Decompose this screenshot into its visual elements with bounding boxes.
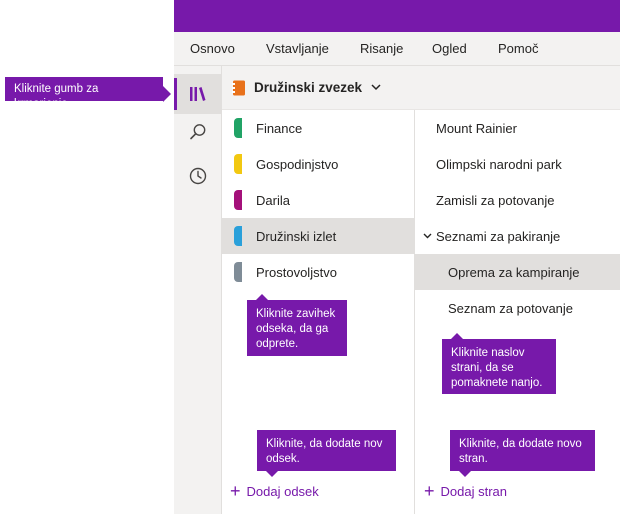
subpage-item-selected[interactable]: Oprema za kampiranje [415,254,620,290]
plus-icon: + [424,481,435,501]
search-button[interactable] [174,112,221,152]
navigation-rail [174,66,222,514]
section-label: Darila [256,192,290,208]
plus-icon: + [230,481,241,501]
callout-line: stran. [459,453,488,465]
notebooks-icon [189,87,205,101]
callout-nav-button: Kliknite gumb za krmarjenje [5,77,171,110]
section-color-tab [234,154,242,174]
chevron-down-icon[interactable] [423,233,432,240]
page-item-group[interactable]: Seznami za pakiranje [415,218,620,254]
notebooks-button[interactable] [174,74,221,114]
callout-add-page: Kliknite, da dodate novo stran. [450,430,595,477]
callout-line: Kliknite naslov [451,347,525,359]
callout-line: Kliknite, da dodate novo [459,438,582,450]
recent-icon [189,167,206,185]
chevron-down-icon [371,84,381,91]
section-item-selected[interactable]: Družinski izlet [222,218,414,254]
notebook-icon [232,80,245,95]
page-label: Seznami za pakiranje [436,228,561,244]
title-bar [174,0,620,32]
add-page-button[interactable]: + Dodaj stran [424,482,507,500]
callout-line: Kliknite zavihek [256,308,336,320]
ribbon-tabs: Osnovo Vstavljanje Risanje Ogled Pomoč [174,32,620,66]
section-color-tab [234,190,242,210]
add-page-label: Dodaj stran [440,483,507,499]
callout-line: Kliknite, da dodate nov [266,438,383,450]
section-item[interactable]: Darila [222,182,414,218]
add-section-label: Dodaj odsek [246,483,319,499]
recent-button[interactable] [174,156,221,196]
section-color-tab [234,118,242,138]
tab-vstavljanje[interactable]: Vstavljanje [266,41,329,56]
tab-osnovo[interactable]: Osnovo [190,41,235,56]
section-color-tab [234,226,242,246]
page-label: Seznam za potovanje [448,300,574,316]
section-color-tab [234,262,242,282]
page-item[interactable]: Mount Rainier [415,110,620,146]
tab-risanje[interactable]: Risanje [360,41,403,56]
callout-line: odsek. [266,453,300,465]
tab-pomoc[interactable]: Pomoč [498,41,538,56]
section-item[interactable]: Gospodinjstvo [222,146,414,182]
section-label: Družinski izlet [256,228,337,244]
callout-line: odprete. [256,338,299,350]
callout-line: strani, da se [451,362,514,374]
search-icon [189,124,205,140]
page-label: Mount Rainier [436,120,517,136]
page-item[interactable]: Zamisli za potovanje [415,182,620,218]
callout-page-title: Kliknite naslov strani, da se pomaknete … [442,333,556,394]
section-item[interactable]: Finance [222,110,414,146]
page-label: Olimpski narodni park [436,156,562,172]
callout-line: odseka, da ga [256,323,329,335]
add-section-button[interactable]: + Dodaj odsek [230,482,319,500]
page-label: Oprema za kampiranje [448,264,580,280]
section-item[interactable]: Prostovoljstvo [222,254,414,290]
page-item[interactable]: Olimpski narodni park [415,146,620,182]
callout-line: pomaknete nanjo. [451,377,543,389]
notebook-title: Družinski zvezek [254,80,363,95]
section-label: Prostovoljstvo [256,264,337,280]
section-label: Finance [256,120,303,136]
callout-add-section: Kliknite, da dodate nov odsek. [257,430,396,477]
page-label: Zamisli za potovanje [436,192,555,208]
tab-ogled[interactable]: Ogled [432,41,467,56]
callout-text: Kliknite gumb za krmarjenje [14,83,99,110]
section-label: Gospodinjstvo [256,156,339,172]
callout-section-tab: Kliknite zavihek odseka, da ga odprete. [247,294,347,356]
subpage-item[interactable]: Seznam za potovanje [415,290,620,326]
notebook-picker[interactable]: Družinski zvezek [222,66,620,110]
